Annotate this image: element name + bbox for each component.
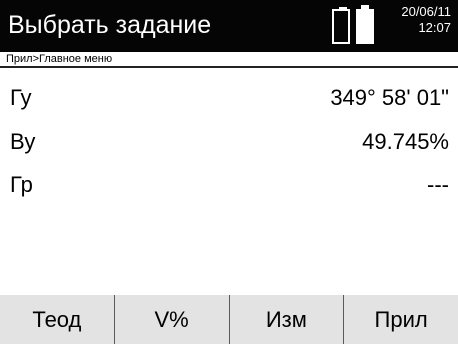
measurement-label: Ву — [10, 129, 36, 154]
measurement-row-v: Ву 49.745% — [0, 124, 458, 160]
softkey-measure[interactable]: Изм — [229, 295, 345, 344]
softkey-vertical-percent[interactable]: V% — [114, 295, 230, 344]
softkey-bar: Теод V% Изм Прил — [0, 295, 458, 344]
datetime: 20/06/11 12:07 — [381, 4, 451, 36]
measurement-row-dist: Гр --- — [0, 167, 458, 203]
measurement-label: Гу — [10, 85, 32, 110]
battery-indicator — [332, 5, 376, 46]
measurement-value: 349° 58' 01" — [330, 85, 449, 110]
softkey-theodolite[interactable]: Теод — [0, 295, 115, 344]
time-text: 12:07 — [418, 20, 451, 35]
measurement-value: --- — [427, 172, 449, 197]
device-screen: Выбрать задание 20/06/11 12:07 Прил>Глав… — [0, 0, 458, 344]
screen-title: Выбрать задание — [8, 11, 212, 39]
battery-empty-icon — [332, 7, 350, 44]
battery-full-icon — [356, 5, 374, 44]
softkey-applications[interactable]: Прил — [344, 295, 458, 344]
measurement-value: 49.745% — [362, 129, 449, 154]
measurement-row-hz: Гу 349° 58' 01" — [0, 80, 458, 116]
breadcrumb: Прил>Главное меню — [0, 52, 458, 68]
date-text: 20/06/11 — [401, 4, 451, 19]
header-bar: Выбрать задание 20/06/11 12:07 — [0, 0, 458, 52]
measurement-label: Гр — [10, 172, 33, 197]
